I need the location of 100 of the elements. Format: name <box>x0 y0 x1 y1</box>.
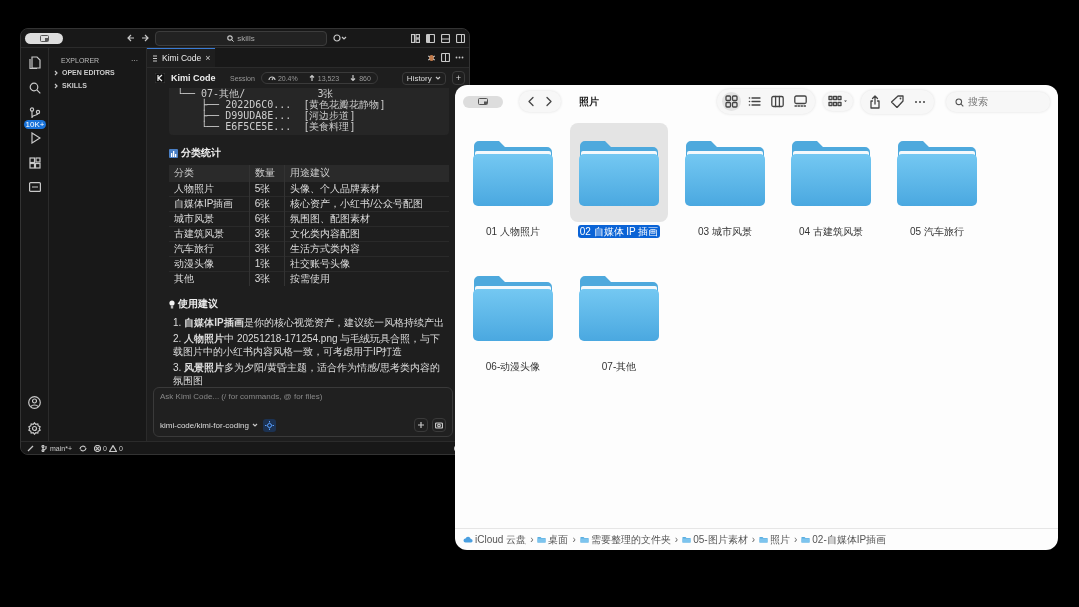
search-field[interactable]: skills <box>155 30 327 46</box>
panel-icon[interactable] <box>441 33 450 43</box>
grid-icon <box>828 95 848 108</box>
table-cell: 汽车旅行 <box>169 241 250 257</box>
new-chat-button[interactable]: + <box>451 71 465 85</box>
code-line: ├── 2022D6C0... [黄色花瓣花静物] <box>200 99 386 110</box>
branch-icon <box>41 444 48 452</box>
path-separator: › <box>793 534 798 545</box>
editor-tab[interactable]: Kimi Code × <box>147 48 216 67</box>
path-item[interactable]: 桌面 <box>537 532 569 547</box>
folder-name: 05 汽车旅行 <box>909 225 965 238</box>
more-icon[interactable] <box>455 56 464 59</box>
tip-text: 3. 风景照片多为夕阳/黄昏主题，适合作为情感/思考类内容的氛围图 <box>173 361 441 387</box>
folder-name: 02 自媒体 IP 插画 <box>577 225 661 238</box>
error-icon <box>94 444 101 452</box>
folder-icon <box>579 536 589 543</box>
folder-name: 07-其他 <box>600 360 638 373</box>
count-badge: 10K+ <box>23 120 47 129</box>
message-field[interactable]: Ask Kimi Code... (/ for commands, @ for files) <box>160 392 420 401</box>
view-button[interactable] <box>722 92 741 111</box>
folder-icon <box>682 536 692 543</box>
bug-icon[interactable] <box>427 53 436 62</box>
folder-tile[interactable] <box>570 123 668 222</box>
up-arrow-icon <box>307 74 316 82</box>
sidebar-toggle-button[interactable] <box>25 32 63 44</box>
model-selector[interactable]: kimi-code/kimi-for-coding <box>160 420 258 430</box>
tip-text: 2. 人物照片中 20251218-171254.png 与毛绒玩具合照，与下载图片中的小红书内容风格一致，可考虑用于IP打造 <box>173 332 442 358</box>
secondary-sidebar-icon[interactable] <box>456 33 465 43</box>
table-cell: 人物照片 <box>169 181 250 197</box>
lightbulb-icon <box>169 299 175 309</box>
code-line: ├── D99UDA8E... [河边步道] <box>200 110 356 121</box>
table-cell: 3张 <box>249 271 285 286</box>
document-icon <box>152 54 158 62</box>
close-icon[interactable]: × <box>205 53 211 63</box>
section-heading: 分类统计 <box>181 146 221 160</box>
list-view-icon <box>748 95 761 108</box>
table-cell: 1张 <box>249 256 285 272</box>
forward-arrow-icon[interactable] <box>141 34 149 42</box>
path-separator: › <box>572 534 576 545</box>
search-field[interactable]: 搜索 <box>946 91 1050 112</box>
group-by-button[interactable] <box>823 92 853 111</box>
table-cell: 氛围图、配图素材 <box>284 211 449 227</box>
folder-icon <box>537 536 547 543</box>
remote-indicator-icon[interactable] <box>27 444 34 452</box>
camera-icon <box>435 421 443 429</box>
path-separator: › <box>530 534 534 545</box>
sidebar-icon <box>478 98 488 105</box>
table-cell: 文化类内容配图 <box>284 226 449 242</box>
gauge-icon <box>267 74 276 82</box>
folder-name: 03 城市风景 <box>697 225 753 238</box>
folder-icon <box>801 536 811 543</box>
code-line: └── E6F5CE5E... [美食料理] <box>200 121 356 132</box>
primary-sidebar-icon[interactable] <box>426 33 435 43</box>
path-separator: › <box>674 534 679 545</box>
folder-name: 04 古建筑风景 <box>798 225 864 238</box>
camera-button[interactable] <box>432 418 446 432</box>
table-cell: 社交账号头像 <box>284 256 449 272</box>
section-heading: 使用建议 <box>178 297 218 311</box>
add-button[interactable] <box>414 418 428 432</box>
folder-icon <box>758 536 768 543</box>
sidebar-icon <box>39 34 49 42</box>
account-icon[interactable] <box>28 396 41 409</box>
table-cell: 核心资产，小红书/公众号配图 <box>284 196 449 212</box>
thinking-toggle[interactable] <box>262 418 276 432</box>
table-cell: 3张 <box>249 241 285 257</box>
settings-icon[interactable] <box>28 422 41 435</box>
table-cell: 按需使用 <box>284 271 449 286</box>
table-cell: 头像、个人品牌素材 <box>284 181 449 197</box>
table-cell: 5张 <box>249 181 285 197</box>
path-item[interactable]: iCloud 云盘 <box>463 532 527 547</box>
extensions-icon[interactable] <box>28 157 41 169</box>
sidebar-toggle-button[interactable] <box>463 95 503 108</box>
run-debug-icon[interactable] <box>28 132 41 144</box>
code-line: └── 07-其他/ 3张 <box>177 88 334 99</box>
files-icon[interactable] <box>28 56 41 69</box>
plus-icon <box>417 421 425 429</box>
search-icon[interactable] <box>28 82 41 94</box>
sync-icon[interactable] <box>79 444 87 452</box>
source-control-icon[interactable] <box>28 107 41 119</box>
remote-icon[interactable] <box>28 182 41 192</box>
back-arrow-icon[interactable] <box>127 34 135 42</box>
table-cell: 其他 <box>169 271 250 286</box>
column-header: 用途建议 <box>284 165 449 182</box>
column-header: 分类 <box>169 165 250 182</box>
logo-icon <box>155 73 165 83</box>
path-item[interactable]: 05-图片素材 <box>682 532 748 547</box>
search-icon <box>227 34 235 42</box>
history-button[interactable]: History <box>401 71 446 85</box>
split-editor-icon[interactable] <box>441 53 450 62</box>
path-item[interactable]: 需要整理的文件夹 <box>579 532 671 547</box>
tag-button[interactable] <box>888 93 907 110</box>
path-item[interactable]: 02-自媒体IP插画 <box>801 532 887 547</box>
chat-title: Kimi Code <box>171 73 216 83</box>
layout-icon[interactable] <box>411 33 420 43</box>
bar-chart-icon <box>169 148 178 158</box>
path-item[interactable]: 照片 <box>758 532 790 547</box>
table-cell: 3张 <box>249 226 285 242</box>
warning-icon <box>108 444 117 452</box>
path-separator: › <box>751 534 755 545</box>
table-cell: 6张 <box>249 196 285 212</box>
